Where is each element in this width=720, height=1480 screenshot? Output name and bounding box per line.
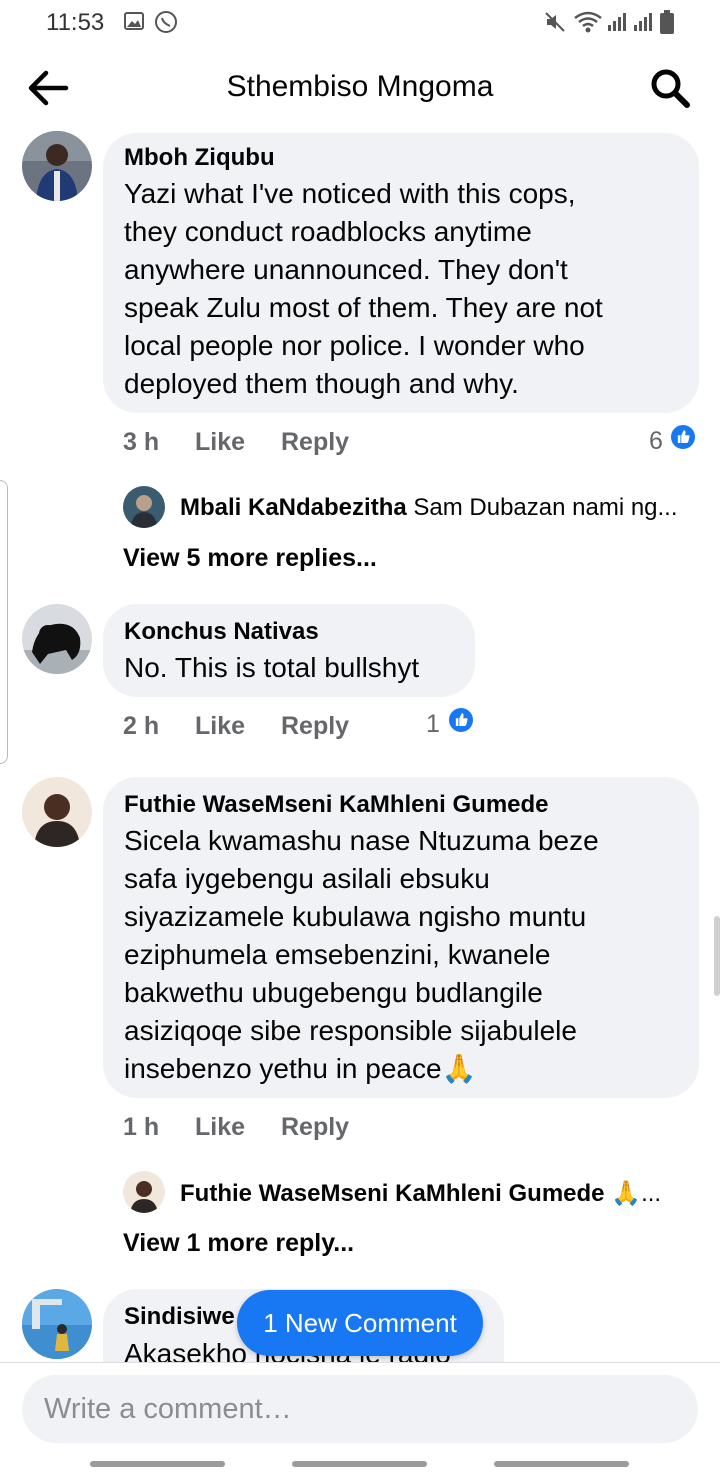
page-title: Sthembiso Mngoma [226,70,494,103]
view-more-replies[interactable]: View 1 more reply... [123,1229,354,1258]
comment-time: 1 h [123,1113,160,1141]
avatar[interactable] [22,604,92,674]
battery-icon [660,10,674,34]
status-time: 11:53 [46,9,105,36]
comment-author[interactable]: Futhie WaseMseni KaMhleni Gumede [124,791,549,819]
reply-preview[interactable]: Futhie WaseMseni KaMhleni Gumede 🙏... [180,1179,661,1208]
new-comment-button[interactable]: 1 New Comment [237,1290,483,1356]
reaction-count[interactable]: 1 [426,710,440,739]
comment-text: Sicela kwamashu nase Ntuzuma beze safa i… [124,825,599,1084]
reaction-count[interactable]: 6 [649,427,663,456]
avatar[interactable] [22,1289,92,1359]
signal-icon [634,13,652,31]
search-icon[interactable] [648,66,692,110]
comment-input[interactable] [22,1375,698,1443]
reply-text: Sam Dubazan nami ng... [413,494,678,521]
like-button[interactable]: Like [195,712,245,741]
view-more-replies[interactable]: View 5 more replies... [123,544,377,573]
scrollbar[interactable] [714,916,720,996]
signal-icon [608,13,626,31]
comment-bubble: Futhie WaseMseni KaMhleni Gumede Sicela … [103,777,699,1098]
mute-icon [545,12,565,32]
avatar[interactable] [123,486,165,528]
comment-author[interactable]: Sindisiwe [124,1303,235,1331]
header: Sthembiso Mngoma [0,48,720,128]
reply-text: 🙏... [611,1180,662,1207]
like-reaction-icon [669,423,697,451]
edge-panel-handle[interactable] [0,480,8,764]
comment-text: No. This is total bullshyt [124,652,420,683]
comment-bubble: Mboh Ziqubu Yazi what I've noticed with … [103,133,699,413]
nav-handle [494,1461,629,1467]
comment-author[interactable]: Konchus Nativas [124,618,319,646]
status-bar: 11:53 [0,0,720,44]
avatar[interactable] [123,1171,165,1213]
reply-author: Mbali KaNdabezitha [180,494,407,521]
comment-time: 2 h [123,712,160,740]
comment-time: 3 h [123,428,160,456]
comment-text: Yazi what I've noticed with this cops, t… [124,178,603,399]
photo-icon [124,12,144,30]
whatsapp-icon [155,11,177,33]
reply-preview[interactable]: Mbali KaNdabezitha Sam Dubazan nami ng..… [180,494,678,522]
wifi-icon [574,11,602,33]
avatar[interactable] [22,131,92,201]
reply-button[interactable]: Reply [281,428,349,457]
comment-bubble: Konchus Nativas No. This is total bullsh… [103,604,475,697]
reply-author: Futhie WaseMseni KaMhleni Gumede [180,1180,605,1207]
reply-button[interactable]: Reply [281,1113,349,1142]
reply-button[interactable]: Reply [281,712,349,741]
avatar[interactable] [22,777,92,847]
comment-author[interactable]: Mboh Ziqubu [124,144,275,172]
like-reaction-icon [447,706,475,734]
comment-composer [0,1362,720,1480]
nav-handle [90,1461,225,1467]
nav-handle [292,1461,427,1467]
like-button[interactable]: Like [195,428,245,457]
like-button[interactable]: Like [195,1113,245,1142]
